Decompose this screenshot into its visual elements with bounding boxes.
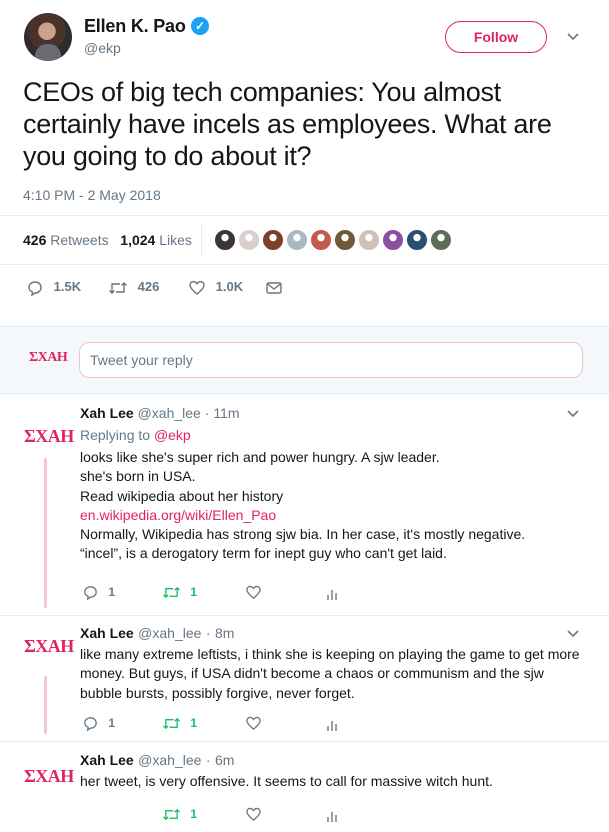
- heart-icon[interactable]: [245, 806, 262, 823]
- retweet-action[interactable]: 1: [162, 806, 197, 823]
- reply-tweet: Xah Lee @xah_lee · 8m like many extreme …: [80, 625, 580, 703]
- reply-tweet: Xah Lee @xah_lee · 6m her tweet, is very…: [80, 752, 580, 791]
- liker-avatar[interactable]: [381, 228, 405, 252]
- heart-icon[interactable]: [245, 715, 262, 732]
- divider: [0, 741, 609, 742]
- reply-header: Xah Lee @xah_lee · 6m: [80, 752, 235, 768]
- reply-avatar-logo[interactable]: ΣXAH: [24, 636, 74, 657]
- divider: [0, 215, 609, 216]
- retweet-action[interactable]: 1: [162, 584, 197, 601]
- stats-divider: [201, 223, 202, 257]
- reply-tweet: Xah Lee @xah_lee · 11m Replying to @ekp …: [80, 405, 580, 564]
- reply-author-name[interactable]: Xah Lee: [80, 405, 134, 421]
- reply-time[interactable]: 6m: [215, 752, 234, 768]
- like-action[interactable]: 1.0K: [188, 279, 243, 297]
- follow-button[interactable]: Follow: [445, 21, 547, 53]
- liker-avatar[interactable]: [285, 228, 309, 252]
- heart-icon[interactable]: [245, 584, 262, 601]
- author-avatar[interactable]: [24, 13, 72, 61]
- chevron-down-icon[interactable]: [566, 627, 580, 641]
- retweets-stat[interactable]: 426 Retweets: [23, 232, 109, 248]
- reply-author-handle[interactable]: @xah_lee: [138, 625, 201, 641]
- thread-line: [44, 458, 47, 608]
- reply-icon: [84, 586, 97, 601]
- retweet-action[interactable]: 1: [162, 715, 197, 732]
- retweet-icon: [163, 586, 180, 599]
- tweet-text: CEOs of big tech companies: You almost c…: [23, 77, 552, 171]
- liker-avatar[interactable]: [357, 228, 381, 252]
- divider: [0, 615, 609, 616]
- chevron-down-icon[interactable]: [566, 30, 580, 44]
- reply-text: looks like she's super rich and power hu…: [80, 448, 580, 564]
- retweet-action[interactable]: 426: [108, 279, 159, 297]
- tweet-timestamp[interactable]: 4:10 PM - 2 May 2018: [23, 187, 161, 203]
- analytics-icon[interactable]: [326, 808, 340, 824]
- reply-action[interactable]: 1.5K: [26, 279, 81, 297]
- author-name[interactable]: Ellen K. Pao: [84, 16, 186, 37]
- liker-avatar[interactable]: [213, 228, 237, 252]
- reply-author-name[interactable]: Xah Lee: [80, 625, 134, 641]
- reply-input[interactable]: Tweet your reply: [79, 342, 583, 378]
- reply-avatar-logo[interactable]: ΣXAH: [24, 426, 74, 447]
- retweet-icon: [109, 282, 127, 294]
- heart-icon: [189, 280, 205, 295]
- verified-badge-icon: ✓: [191, 17, 209, 35]
- reply-header: Xah Lee @xah_lee · 11m: [80, 405, 240, 421]
- reply-action[interactable]: 1: [82, 715, 115, 732]
- reply-icon: [84, 717, 97, 732]
- reply-action[interactable]: 1: [82, 584, 115, 601]
- wikipedia-link[interactable]: en.wikipedia.org/wiki/Ellen_Pao: [80, 506, 580, 525]
- reply-time[interactable]: 8m: [215, 625, 234, 641]
- reply-text: her tweet, is very offensive. It seems t…: [80, 773, 493, 789]
- replying-to-link[interactable]: @ekp: [154, 427, 191, 443]
- reply-icon: [28, 281, 42, 297]
- author-handle[interactable]: @ekp: [84, 40, 121, 56]
- reply-avatar-logo[interactable]: ΣXAH: [24, 766, 74, 787]
- replying-to: Replying to @ekp: [80, 427, 191, 443]
- mail-icon[interactable]: [265, 279, 283, 297]
- liker-avatar[interactable]: [429, 228, 453, 252]
- likes-stat[interactable]: 1,024 Likes: [120, 232, 192, 248]
- liker-avatar[interactable]: [237, 228, 261, 252]
- thread-line: [44, 676, 47, 734]
- reply-header: Xah Lee @xah_lee · 8m: [80, 625, 235, 641]
- analytics-icon[interactable]: [326, 717, 340, 733]
- retweet-icon: [163, 717, 180, 730]
- analytics-icon[interactable]: [326, 586, 340, 602]
- reply-time[interactable]: 11m: [213, 405, 239, 421]
- liker-avatar[interactable]: [261, 228, 285, 252]
- liker-avatar[interactable]: [309, 228, 333, 252]
- liker-avatar[interactable]: [333, 228, 357, 252]
- liker-avatar[interactable]: [405, 228, 429, 252]
- reply-author-handle[interactable]: @xah_lee: [138, 405, 201, 421]
- divider: [0, 264, 609, 265]
- my-avatar-logo[interactable]: ΣXAH: [29, 350, 68, 366]
- reply-text: like many extreme leftists, i think she …: [80, 646, 580, 701]
- chevron-down-icon[interactable]: [566, 407, 580, 421]
- tweet-stats: 426 Retweets 1,024 Likes: [23, 232, 192, 248]
- reply-author-handle[interactable]: @xah_lee: [138, 752, 201, 768]
- reply-author-name[interactable]: Xah Lee: [80, 752, 134, 768]
- retweet-icon: [163, 808, 180, 821]
